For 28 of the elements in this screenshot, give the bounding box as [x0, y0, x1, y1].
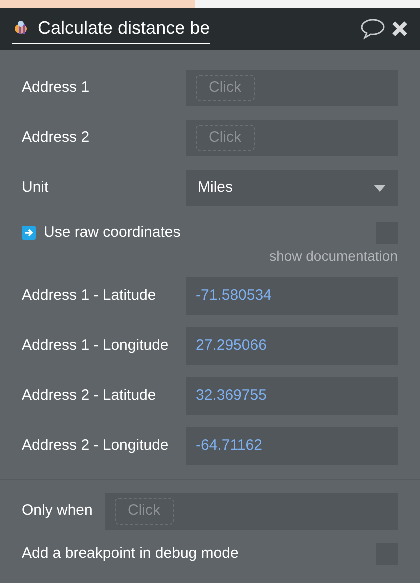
field-label: Address 2 - Longitude — [22, 436, 170, 456]
option-label: Use raw coordinates — [44, 222, 182, 243]
coordinate-field[interactable]: 32.369755 — [186, 377, 398, 415]
unit-dropdown[interactable]: Miles — [186, 170, 398, 206]
condition-field[interactable]: Click — [105, 493, 398, 530]
caret-icon — [374, 184, 386, 192]
coordinate-field[interactable]: 27.295066 — [186, 327, 398, 365]
option-label: Add a breakpoint in debug mode — [22, 544, 240, 564]
coordinate-field[interactable]: -64.71162 — [186, 427, 398, 465]
dynamic-field[interactable]: Click — [186, 120, 398, 156]
field-label: Address 1 - Latitude — [22, 286, 158, 306]
field-label: Unit — [22, 178, 50, 198]
arrow-icon — [22, 226, 36, 240]
documentation-link[interactable]: show documentation — [270, 246, 398, 267]
click-placeholder[interactable]: Click — [196, 74, 254, 102]
plugin-icon — [12, 20, 30, 36]
dynamic-field[interactable]: Click — [186, 70, 398, 106]
field-label: Address 1 - Longitude — [22, 336, 170, 356]
field-label: Address 1 — [22, 78, 91, 98]
coordinate-field[interactable]: -71.580534 — [186, 277, 398, 315]
click-placeholder[interactable]: Click — [115, 498, 174, 525]
click-placeholder[interactable]: Click — [196, 124, 254, 152]
panel-title[interactable]: Calculate distance be — [38, 14, 210, 42]
field-label: Only when — [22, 501, 94, 522]
field-label: Address 2 — [22, 128, 91, 148]
comment-icon[interactable] — [360, 18, 386, 40]
field-label: Address 2 - Latitude — [22, 386, 158, 406]
close-icon[interactable] — [392, 21, 408, 37]
